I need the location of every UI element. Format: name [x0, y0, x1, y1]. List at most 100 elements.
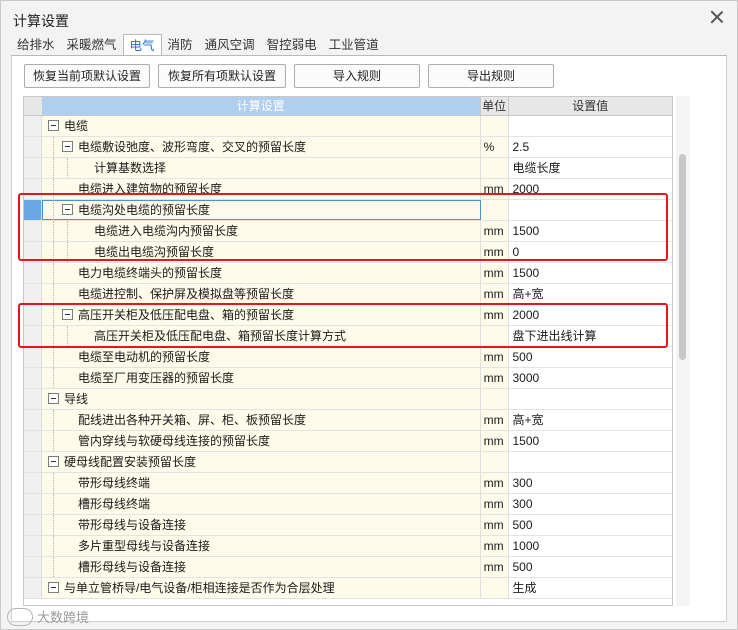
row-value-cell[interactable]: 高+宽 [509, 410, 673, 430]
row-unit-cell[interactable]: mm [480, 536, 509, 556]
row-name-cell[interactable]: 电缆 [41, 116, 481, 136]
row-unit-cell[interactable]: mm [480, 284, 509, 304]
table-row[interactable]: 与单立管桥导/电气设备/柜相连接是否作为合层处理 生成 [24, 578, 672, 599]
table-row[interactable]: 电缆进控制、保护屏及模拟盘等预留长度 mm 高+宽 [24, 284, 672, 305]
collapse-toggle-icon[interactable] [47, 582, 59, 593]
row-gutter[interactable] [24, 158, 42, 178]
table-row[interactable]: 电力电缆终端头的预留长度 mm 1500 [24, 263, 672, 284]
row-unit-cell[interactable]: mm [480, 368, 509, 388]
table-row[interactable]: 高压开关柜及低压配电盘、箱预留长度计算方式 盘下进出线计算 [24, 326, 672, 347]
row-name-cell[interactable]: 带形母线终端 [41, 473, 481, 493]
collapse-toggle-icon[interactable] [47, 120, 59, 131]
row-name-cell[interactable]: 电缆至厂用变压器的预留长度 [41, 368, 481, 388]
table-row[interactable]: 槽形母线终端 mm 300 [24, 494, 672, 515]
row-name-cell[interactable]: 与单立管桥导/电气设备/柜相连接是否作为合层处理 [41, 578, 481, 598]
row-gutter[interactable] [24, 536, 42, 556]
collapse-toggle-icon[interactable] [61, 309, 73, 320]
table-row[interactable]: 电缆沟处电缆的预留长度 [24, 200, 672, 221]
row-name-cell[interactable]: 电缆进入电缆沟内预留长度 [41, 221, 481, 241]
row-value-cell[interactable] [509, 389, 673, 409]
row-unit-cell[interactable]: mm [480, 431, 509, 451]
tab-fire[interactable]: 消防 [162, 34, 199, 56]
row-value-cell[interactable] [509, 116, 673, 136]
row-name-cell[interactable]: 高压开关柜及低压配电盘、箱的预留长度 [41, 305, 481, 325]
tab-heating-gas[interactable]: 采暖燃气 [61, 34, 123, 56]
row-unit-cell[interactable]: mm [480, 221, 509, 241]
row-value-cell[interactable]: 500 [509, 347, 673, 367]
header-name[interactable]: 计算设置 [42, 97, 481, 115]
row-gutter[interactable] [24, 284, 42, 304]
row-value-cell[interactable] [509, 200, 673, 220]
row-name-cell[interactable]: 电缆至电动机的预留长度 [41, 347, 481, 367]
tab-industrial-pipe[interactable]: 工业管道 [323, 34, 385, 56]
row-unit-cell[interactable] [480, 326, 509, 346]
row-unit-cell[interactable]: mm [480, 494, 509, 514]
row-unit-cell[interactable]: mm [480, 515, 509, 535]
row-gutter[interactable] [24, 431, 42, 451]
row-value-cell[interactable]: 1500 [509, 263, 673, 283]
row-value-cell[interactable]: 1500 [509, 431, 673, 451]
row-name-cell[interactable]: 带形母线与设备连接 [41, 515, 481, 535]
table-row[interactable]: 硬母线配置安装预留长度 [24, 452, 672, 473]
row-gutter[interactable] [24, 326, 42, 346]
table-row[interactable]: 多片重型母线与设备连接 mm 1000 [24, 536, 672, 557]
table-row[interactable]: 配线进出各种开关箱、屏、柜、板预留长度 mm 高+宽 [24, 410, 672, 431]
row-unit-cell[interactable]: mm [480, 347, 509, 367]
row-unit-cell[interactable]: mm [480, 179, 509, 199]
row-name-cell[interactable]: 槽形母线与设备连接 [41, 557, 481, 577]
row-gutter[interactable] [24, 389, 42, 409]
table-row[interactable]: 管内穿线与软硬母线连接的预留长度 mm 1500 [24, 431, 672, 452]
collapse-toggle-icon[interactable] [61, 204, 73, 215]
row-unit-cell[interactable]: mm [480, 263, 509, 283]
row-value-cell[interactable]: 盘下进出线计算 [509, 326, 673, 346]
row-unit-cell[interactable] [480, 452, 509, 472]
row-unit-cell[interactable] [480, 158, 509, 178]
header-unit[interactable]: 单位 [481, 97, 509, 115]
vertical-scrollbar[interactable] [676, 96, 690, 606]
row-name-cell[interactable]: 槽形母线终端 [41, 494, 481, 514]
row-name-cell[interactable]: 配线进出各种开关箱、屏、柜、板预留长度 [41, 410, 481, 430]
export-rules-button[interactable]: 导出规则 [428, 64, 554, 88]
row-value-cell[interactable]: 0 [509, 242, 673, 262]
row-gutter[interactable] [24, 557, 42, 577]
row-name-cell[interactable]: 电力电缆终端头的预留长度 [41, 263, 481, 283]
row-value-cell[interactable]: 电缆长度 [509, 158, 673, 178]
row-value-cell[interactable]: 300 [509, 473, 673, 493]
import-rules-button[interactable]: 导入规则 [294, 64, 420, 88]
restore-current-button[interactable]: 恢复当前项默认设置 [24, 64, 150, 88]
row-gutter[interactable] [24, 515, 42, 535]
row-value-cell[interactable]: 500 [509, 515, 673, 535]
row-name-cell[interactable]: 电缆沟处电缆的预留长度 [41, 200, 481, 220]
row-unit-cell[interactable]: % [480, 137, 509, 157]
row-name-cell[interactable]: 多片重型母线与设备连接 [41, 536, 481, 556]
row-name-cell[interactable]: 电缆出电缆沟预留长度 [41, 242, 481, 262]
row-value-cell[interactable]: 生成 [509, 578, 673, 598]
row-name-cell[interactable]: 导线 [41, 389, 481, 409]
row-name-cell[interactable]: 计算基数选择 [41, 158, 481, 178]
table-row[interactable]: 槽形母线与设备连接 mm 500 [24, 557, 672, 578]
row-name-cell[interactable]: 电缆进控制、保护屏及模拟盘等预留长度 [41, 284, 481, 304]
row-gutter[interactable] [24, 116, 42, 136]
row-name-cell[interactable]: 管内穿线与软硬母线连接的预留长度 [41, 431, 481, 451]
row-unit-cell[interactable]: mm [480, 305, 509, 325]
restore-all-button[interactable]: 恢复所有项默认设置 [158, 64, 286, 88]
tab-hvac[interactable]: 通风空调 [199, 34, 261, 56]
table-row[interactable]: 电缆出电缆沟预留长度 mm 0 [24, 242, 672, 263]
tab-electrical[interactable]: 电气 [122, 34, 162, 56]
row-name-cell[interactable]: 高压开关柜及低压配电盘、箱预留长度计算方式 [41, 326, 481, 346]
row-value-cell[interactable]: 1000 [509, 536, 673, 556]
table-row[interactable]: 电缆进入建筑物的预留长度 mm 2000 [24, 179, 672, 200]
collapse-toggle-icon[interactable] [47, 393, 59, 404]
table-row[interactable]: 电缆敷设弛度、波形弯度、交叉的预留长度% 2.5 [24, 137, 672, 158]
row-gutter[interactable] [24, 200, 42, 220]
table-row[interactable]: 带形母线与设备连接 mm 500 [24, 515, 672, 536]
row-gutter[interactable] [24, 179, 42, 199]
row-gutter[interactable] [24, 410, 42, 430]
table-row[interactable]: 导线 [24, 389, 672, 410]
header-value[interactable]: 设置值 [509, 97, 672, 115]
row-unit-cell[interactable]: mm [480, 410, 509, 430]
row-gutter[interactable] [24, 347, 42, 367]
row-gutter[interactable] [24, 452, 42, 472]
row-value-cell[interactable]: 2.5 [509, 137, 673, 157]
table-row[interactable]: 电缆进入电缆沟内预留长度 mm 1500 [24, 221, 672, 242]
